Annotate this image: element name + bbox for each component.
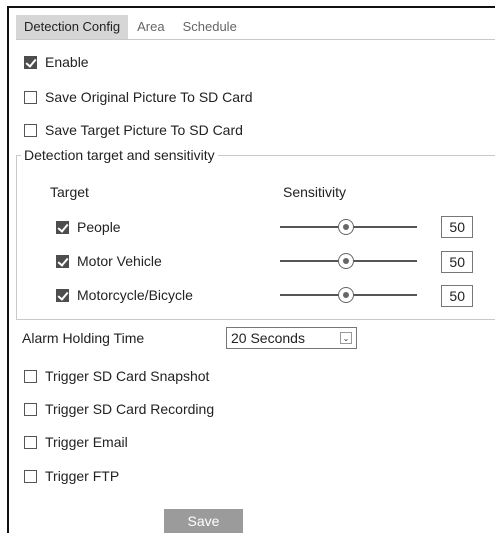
motorcycle-bicycle-sensitivity-value[interactable]: 50: [441, 285, 473, 307]
target-row-motorcycle-bicycle[interactable]: Motorcycle/Bicycle: [56, 285, 193, 305]
tab-area[interactable]: Area: [128, 15, 173, 39]
people-label: People: [77, 219, 121, 235]
trigger-ftp-option[interactable]: Trigger FTP: [24, 466, 119, 486]
enable-label: Enable: [45, 54, 89, 70]
trigger-email-option[interactable]: Trigger Email: [24, 432, 128, 452]
target-header: Target: [50, 184, 89, 200]
save-original-label: Save Original Picture To SD Card: [45, 89, 253, 105]
detection-legend: Detection target and sensitivity: [21, 146, 218, 164]
motor-vehicle-sensitivity-value[interactable]: 50: [441, 251, 473, 273]
save-target-checkbox[interactable]: [24, 123, 37, 137]
trigger-sd-recording-option[interactable]: Trigger SD Card Recording: [24, 399, 214, 419]
motor-vehicle-sensitivity-slider[interactable]: [280, 251, 417, 271]
slider-handle[interactable]: [338, 287, 354, 303]
alarm-holding-value: 20 Seconds: [231, 330, 305, 346]
alarm-holding-label: Alarm Holding Time: [22, 330, 145, 346]
target-row-motor-vehicle[interactable]: Motor Vehicle: [56, 251, 162, 271]
chevron-down-icon[interactable]: ⌄: [340, 332, 352, 344]
save-original-checkbox[interactable]: [24, 90, 37, 104]
trigger-sd-snapshot-checkbox[interactable]: [24, 369, 37, 383]
save-target-option[interactable]: Save Target Picture To SD Card: [24, 120, 243, 140]
save-original-option[interactable]: Save Original Picture To SD Card: [24, 87, 253, 107]
tab-detection-config[interactable]: Detection Config: [16, 15, 129, 39]
tab-divider: [16, 39, 495, 40]
slider-handle[interactable]: [338, 253, 354, 269]
trigger-sd-recording-checkbox[interactable]: [24, 402, 37, 416]
slider-handle[interactable]: [338, 219, 354, 235]
motorcycle-bicycle-label: Motorcycle/Bicycle: [77, 287, 193, 303]
trigger-ftp-label: Trigger FTP: [45, 468, 120, 484]
motorcycle-bicycle-checkbox[interactable]: [56, 288, 69, 302]
trigger-sd-recording-label: Trigger SD Card Recording: [45, 401, 215, 417]
people-sensitivity-slider[interactable]: [280, 217, 417, 237]
trigger-email-checkbox[interactable]: [24, 435, 37, 449]
motor-vehicle-checkbox[interactable]: [56, 254, 69, 268]
save-button[interactable]: Save: [164, 509, 243, 533]
trigger-sd-snapshot-option[interactable]: Trigger SD Card Snapshot: [24, 366, 209, 386]
motor-vehicle-label: Motor Vehicle: [77, 253, 162, 269]
people-checkbox[interactable]: [56, 220, 69, 234]
trigger-ftp-checkbox[interactable]: [24, 469, 37, 483]
save-target-label: Save Target Picture To SD Card: [45, 122, 243, 138]
alarm-holding-row: Alarm Holding Time: [22, 328, 144, 348]
tab-schedule[interactable]: Schedule: [174, 15, 246, 39]
enable-option[interactable]: Enable: [24, 52, 89, 72]
tab-bar: Detection Config Area Schedule: [16, 15, 246, 39]
trigger-sd-snapshot-label: Trigger SD Card Snapshot: [45, 368, 210, 384]
alarm-holding-select[interactable]: 20 Seconds ⌄: [226, 327, 357, 349]
motorcycle-bicycle-sensitivity-slider[interactable]: [280, 285, 417, 305]
sensitivity-header: Sensitivity: [283, 184, 347, 200]
target-row-people[interactable]: People: [56, 217, 121, 237]
people-sensitivity-value[interactable]: 50: [441, 216, 473, 238]
trigger-email-label: Trigger Email: [45, 434, 128, 450]
enable-checkbox[interactable]: [24, 55, 37, 69]
